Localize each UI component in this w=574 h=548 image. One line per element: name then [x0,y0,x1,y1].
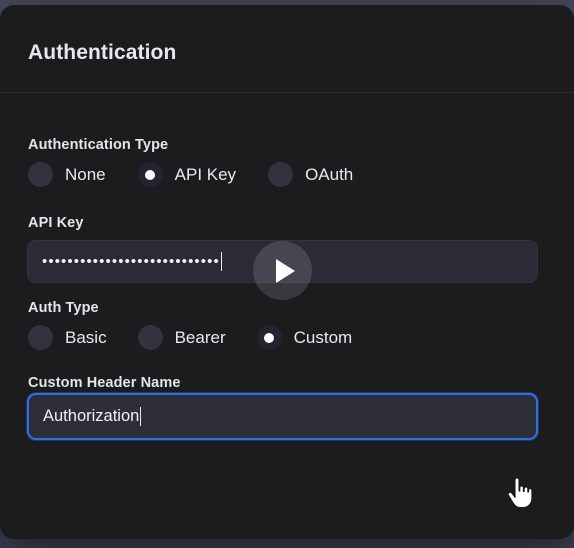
radio-icon-oauth[interactable] [268,162,294,187]
radio-icon-custom[interactable] [256,325,282,350]
radio-option-bearer[interactable]: Bearer [137,325,226,350]
api-key-caret [220,252,222,271]
radio-label-basic: Basic [65,327,107,347]
radio-option-custom[interactable]: Custom [256,325,353,350]
radio-icon-none[interactable] [28,162,53,187]
radio-option-oauth[interactable]: OAuth [268,162,353,187]
authentication-type-radio-group[interactable]: None API Key OAuth [28,162,353,187]
authentication-dialog: Authentication Authentication Type None … [0,5,574,539]
radio-option-basic[interactable]: Basic [28,325,107,350]
radio-option-api-key[interactable]: API Key [137,162,237,187]
radio-label-oauth: OAuth [305,164,354,184]
radio-icon-basic[interactable] [28,325,53,350]
dialog-body: Authentication Type None API Key OAuth A… [0,94,574,539]
api-key-label: API Key [28,215,84,231]
custom-header-name-label: Custom Header Name [28,375,181,391]
custom-header-name-input[interactable]: Authorization [27,393,538,440]
auth-scheme-radio-group[interactable]: Basic Bearer Custom [28,325,352,350]
radio-option-none[interactable]: None [28,162,106,187]
radio-icon-api-key[interactable] [137,162,163,187]
radio-label-none: None [65,164,106,184]
radio-label-bearer: Bearer [174,327,226,347]
custom-header-name-caret [140,407,142,426]
radio-label-custom: Custom [293,327,353,347]
radio-label-api-key: API Key [174,164,237,184]
api-key-input[interactable]: •••••••••••••••••••••••••••• [27,240,538,283]
page-title: Authentication [28,41,177,64]
api-key-masked-value: •••••••••••••••••••••••••••• [42,254,220,269]
radio-icon-bearer[interactable] [137,325,163,350]
screen: Authentication Authentication Type None … [0,0,574,548]
custom-header-name-value: Authorization [43,407,140,425]
dialog-header: Authentication [0,5,574,93]
authentication-type-label: Authentication Type [28,137,169,153]
auth-scheme-label: Auth Type [28,300,99,316]
